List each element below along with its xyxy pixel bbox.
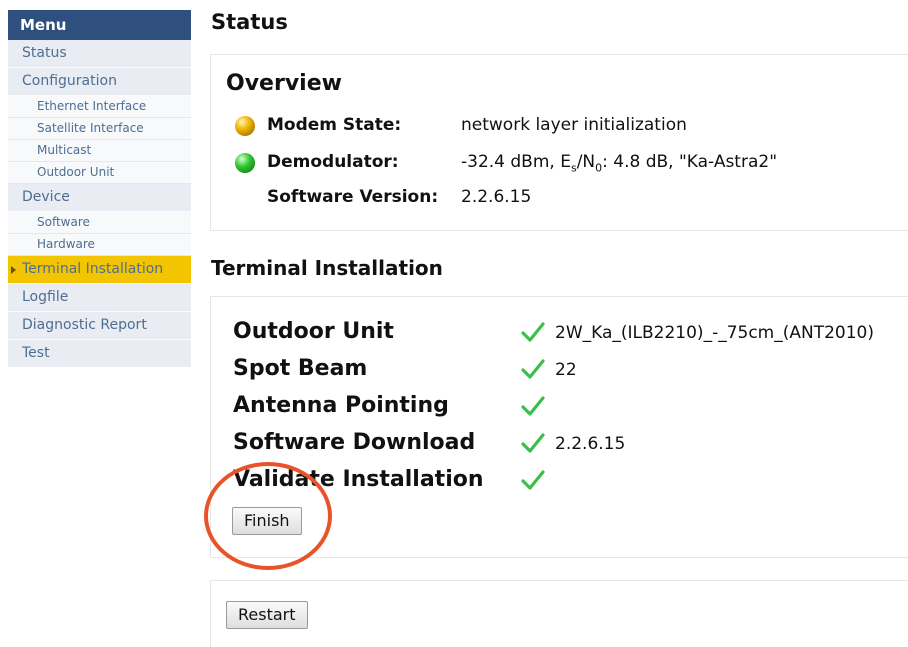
sidebar-item-label: Terminal Installation bbox=[22, 261, 164, 277]
modem-state-label: Modem State: bbox=[267, 115, 402, 135]
sidebar-item-diagnostic-report[interactable]: Diagnostic Report bbox=[8, 312, 191, 340]
overview-heading: Overview bbox=[226, 71, 342, 96]
check-icon bbox=[521, 470, 545, 490]
terminal-installation-panel: Outdoor Unit 2W_Ka_(ILB2210)_-_75cm_(ANT… bbox=[210, 296, 908, 558]
sidebar-subitem-multicast[interactable]: Multicast bbox=[8, 140, 191, 162]
check-icon bbox=[521, 322, 545, 342]
sidebar-item-logfile[interactable]: Logfile bbox=[8, 284, 191, 312]
sidebar-item-test[interactable]: Test bbox=[8, 340, 191, 367]
install-row-label: Spot Beam bbox=[233, 356, 368, 381]
page-title: Status bbox=[211, 10, 288, 34]
finish-button[interactable]: Finish bbox=[232, 507, 302, 535]
install-row-label: Antenna Pointing bbox=[233, 393, 449, 418]
sidebar-subitem-ethernet-interface[interactable]: Ethernet Interface bbox=[8, 96, 191, 118]
sidebar-subitem-outdoor-unit[interactable]: Outdoor Unit bbox=[8, 162, 191, 184]
restart-panel: Restart bbox=[210, 580, 908, 647]
demodulator-label: Demodulator: bbox=[267, 152, 399, 172]
install-row-value: 2W_Ka_(ILB2210)_-_75cm_(ANT2010) bbox=[555, 323, 874, 343]
sidebar-item-status[interactable]: Status bbox=[8, 40, 191, 68]
sidebar-menu: Menu Status Configuration Ethernet Inter… bbox=[8, 10, 191, 367]
restart-button[interactable]: Restart bbox=[226, 601, 308, 629]
check-icon bbox=[521, 359, 545, 379]
install-row-label: Outdoor Unit bbox=[233, 319, 394, 344]
check-icon bbox=[521, 396, 545, 416]
green-status-led-icon bbox=[235, 153, 255, 173]
modem-state-value: network layer initialization bbox=[461, 115, 687, 135]
sidebar-subitem-satellite-interface[interactable]: Satellite Interface bbox=[8, 118, 191, 140]
sidebar-item-terminal-installation[interactable]: Terminal Installation bbox=[8, 256, 191, 284]
amber-status-led-icon bbox=[235, 116, 255, 136]
software-version-value: 2.2.6.15 bbox=[461, 187, 532, 207]
demodulator-value: -32.4 dBm, Es/N0: 4.8 dB, "Ka-Astra2" bbox=[461, 152, 778, 175]
install-row-value: 22 bbox=[555, 360, 577, 380]
terminal-installation-title: Terminal Installation bbox=[211, 256, 443, 280]
check-icon bbox=[521, 433, 545, 453]
software-version-label: Software Version: bbox=[267, 187, 439, 207]
install-row-label: Software Download bbox=[233, 430, 476, 455]
install-row-value: 2.2.6.15 bbox=[555, 434, 626, 454]
sidebar-item-device[interactable]: Device bbox=[8, 184, 191, 212]
sidebar-subitem-software[interactable]: Software bbox=[8, 212, 191, 234]
overview-panel: Overview Modem State: network layer init… bbox=[210, 54, 908, 231]
install-row-label: Validate Installation bbox=[233, 467, 484, 492]
menu-header: Menu bbox=[8, 10, 191, 40]
sidebar-item-configuration[interactable]: Configuration bbox=[8, 68, 191, 96]
active-arrow-icon bbox=[11, 266, 16, 274]
sidebar-subitem-hardware[interactable]: Hardware bbox=[8, 234, 191, 256]
